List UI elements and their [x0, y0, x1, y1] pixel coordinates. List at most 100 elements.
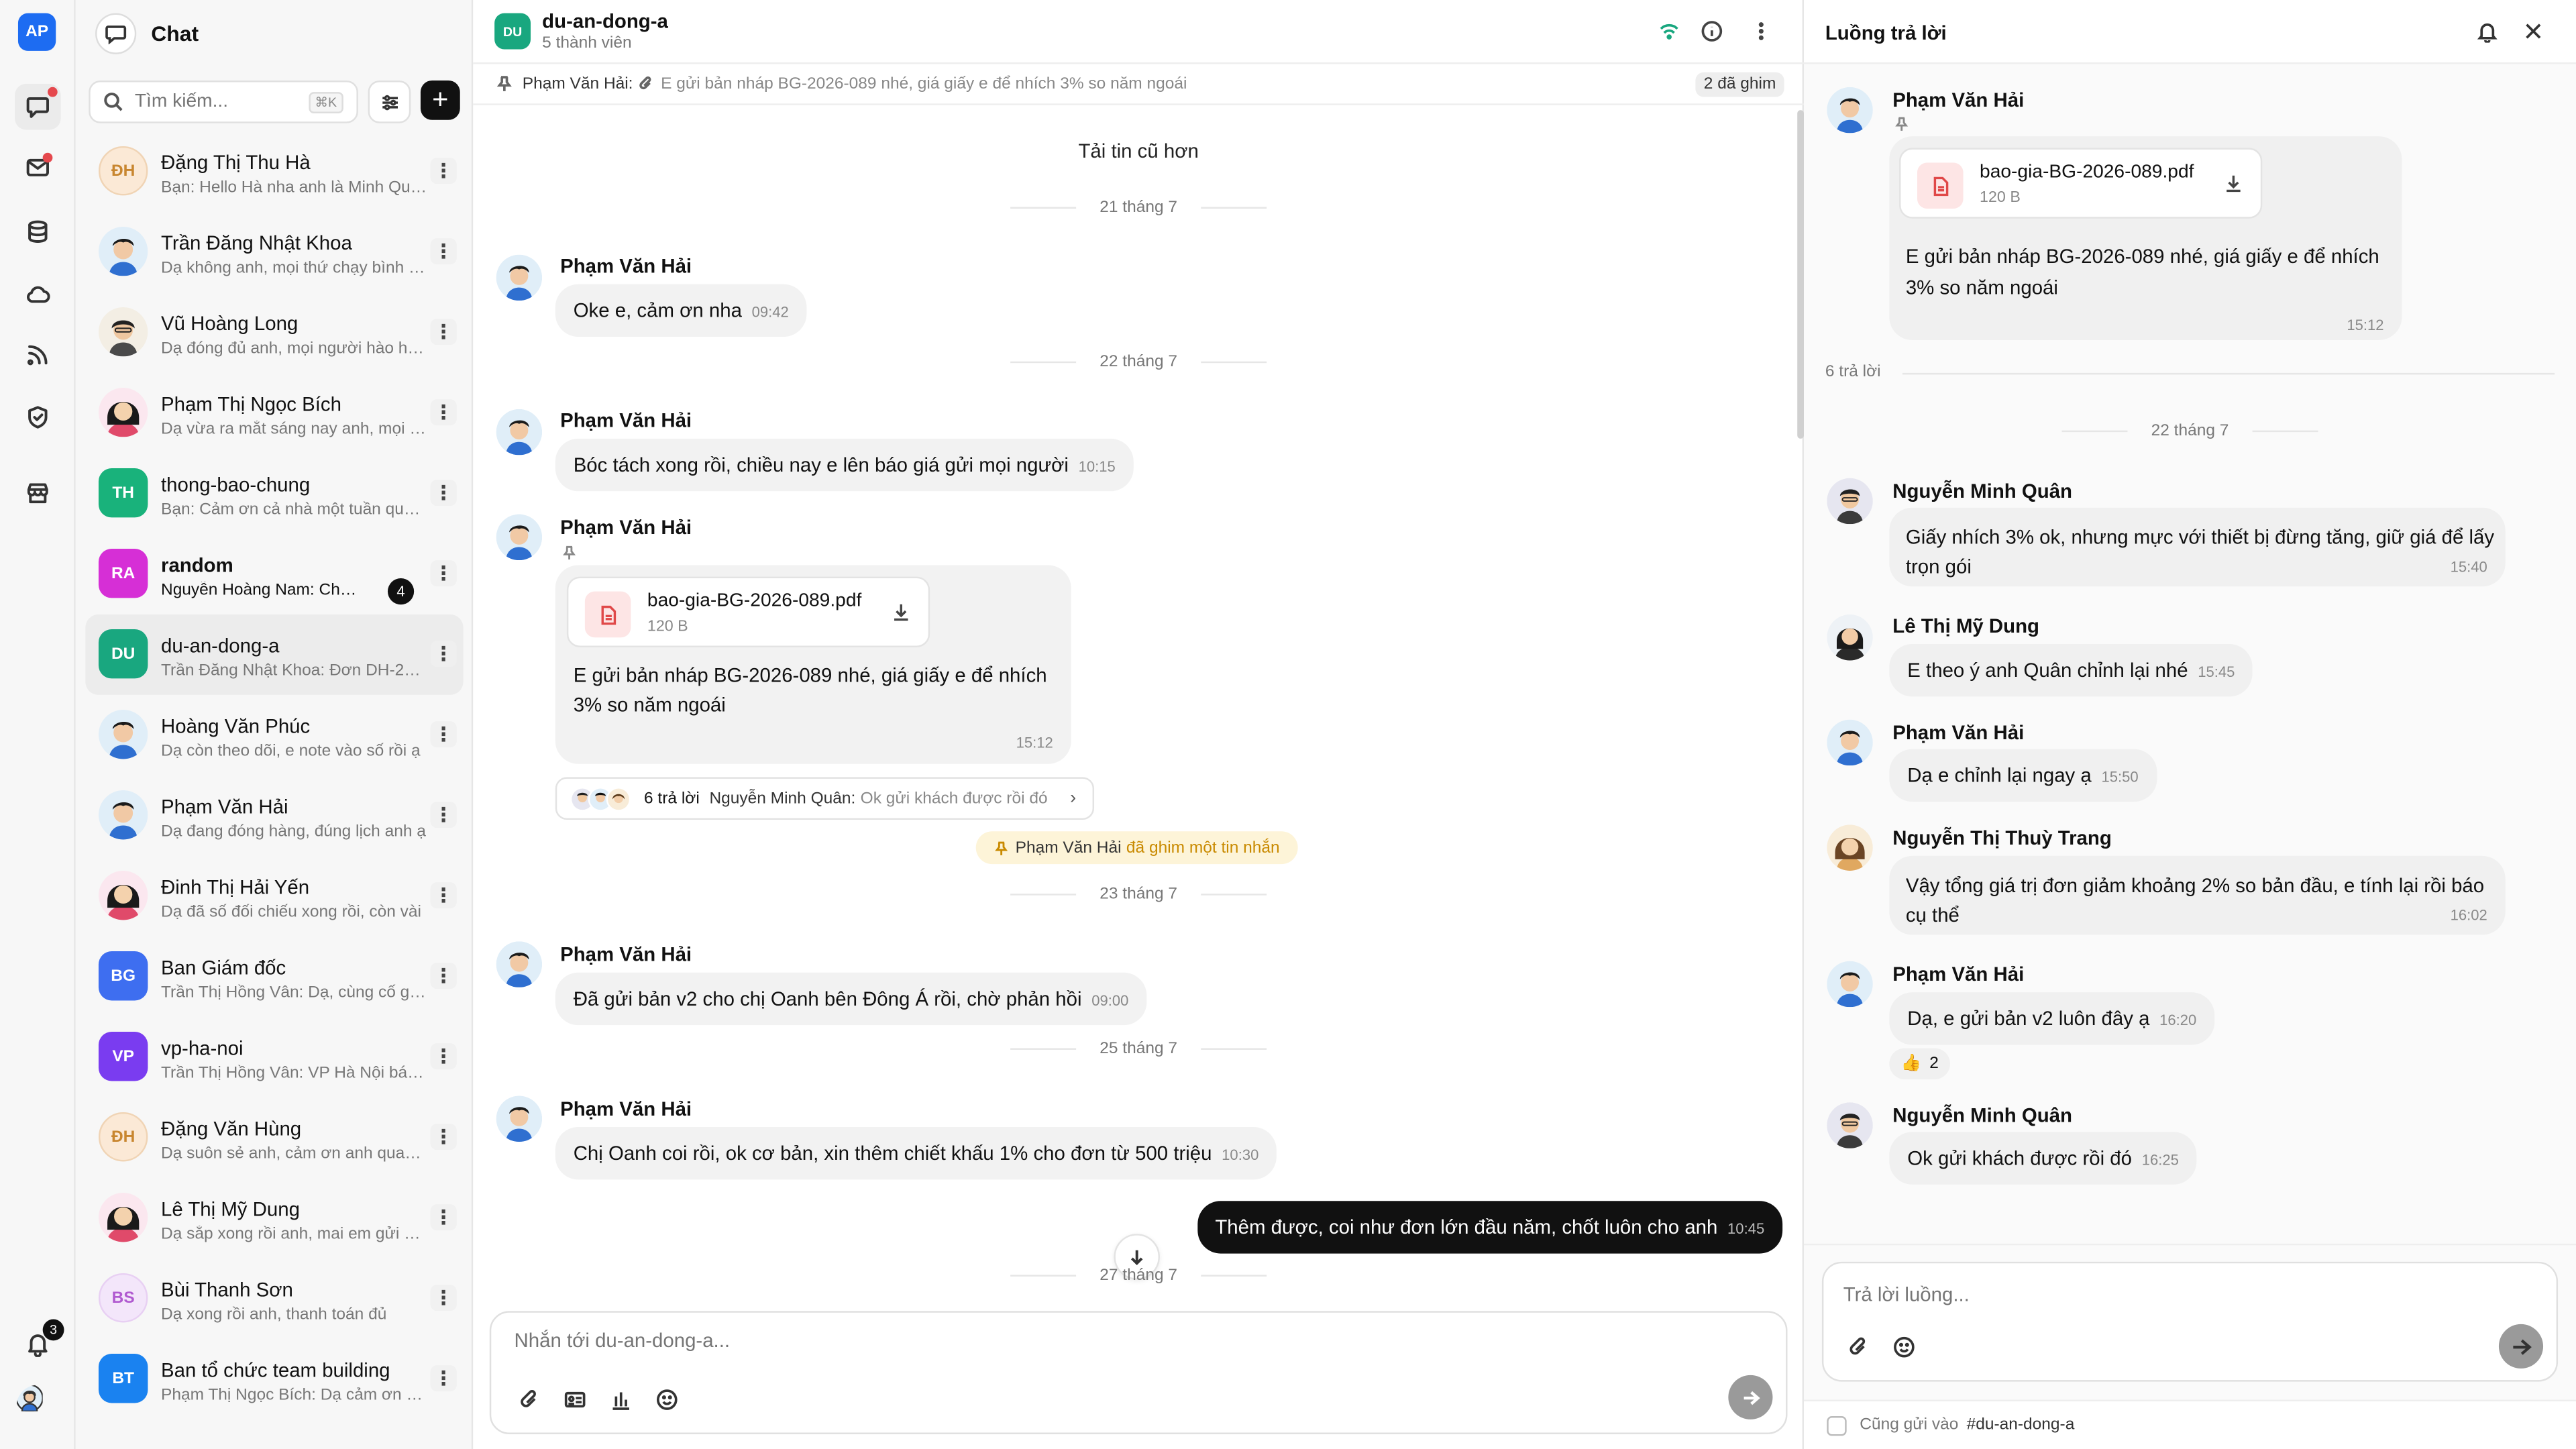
user-avatar[interactable]: [16, 1385, 59, 1428]
conversation-menu-button[interactable]: ⋮: [430, 1204, 457, 1231]
nav-mail[interactable]: [19, 150, 56, 186]
conversation-item[interactable]: TH thong-bao-chung Bạn: Cảm ơn cả nhà một …: [85, 453, 463, 534]
message-author[interactable]: Phạm Văn Hải: [560, 516, 692, 539]
message-bubble[interactable]: Đã gửi bản v2 cho chị Oanh bên Đông Á rồ…: [555, 972, 1147, 1026]
pinned-count[interactable]: 2 đã ghim: [1695, 72, 1784, 97]
reply-author[interactable]: Phạm Văn Hải: [1892, 721, 2024, 744]
pinned-message-bar[interactable]: Phạm Văn Hải: E gửi bản nháp BG-2026-089…: [473, 64, 1805, 105]
reply-author[interactable]: Nguyễn Thị Thuỳ Trang: [1892, 826, 2112, 849]
conversation-menu-button[interactable]: ⋮: [430, 963, 457, 989]
reply-author[interactable]: Nguyễn Minh Quân: [1892, 1104, 2072, 1127]
search-input[interactable]: [134, 92, 299, 112]
conversation-item[interactable]: Phạm Văn Hải Dạ đang đóng hàng, đúng lịch…: [85, 775, 463, 856]
conversation-item[interactable]: Hoàng Văn Phúc Dạ còn theo dõi, e note và…: [85, 695, 463, 775]
conversation-menu-button[interactable]: ⋮: [430, 802, 457, 828]
message-author[interactable]: Phạm Văn Hải: [560, 943, 692, 966]
reply-author[interactable]: Phạm Văn Hải: [1892, 963, 2024, 985]
conversation-item[interactable]: ĐH Đặng Thị Thu Hà Bạn: Hello Hà nha anh l…: [85, 131, 463, 212]
message-author[interactable]: Phạm Văn Hải: [560, 1097, 692, 1120]
reply-bubble[interactable]: Dạ e chỉnh lại ngay ạ 15:50: [1889, 749, 2157, 802]
conversation-menu-button[interactable]: ⋮: [430, 480, 457, 506]
reply-bubble[interactable]: E theo ý anh Quân chỉnh lại nhé 15:45: [1889, 644, 2253, 697]
reply-bubble[interactable]: Giấy nhích 3% ok, nhưng mực với thiết bị…: [1889, 507, 2506, 587]
contact-card-button[interactable]: [560, 1385, 590, 1415]
reply-bubble[interactable]: Vậy tổng giá trị đơn giảm khoảng 2% so b…: [1889, 855, 2506, 935]
send-button[interactable]: [1728, 1375, 1773, 1419]
bar-chart-icon: [612, 1392, 629, 1410]
download-button[interactable]: [2222, 172, 2244, 202]
conversation-menu-button[interactable]: ⋮: [430, 641, 457, 667]
conversation-item[interactable]: ĐH Đặng Văn Hùng Dạ suôn sẻ anh, cảm ơn an…: [85, 1097, 463, 1178]
reply-author[interactable]: Lê Thị Mỹ Dung: [1892, 614, 2039, 637]
nav-chat[interactable]: [15, 83, 61, 130]
conversation-item[interactable]: Trần Đăng Nhật Khoa Dạ không anh, mọi thứ…: [85, 212, 463, 292]
conversation-item[interactable]: Đinh Thị Hải Yến Dạ đã số đối chiếu xong …: [85, 856, 463, 936]
channel-name[interactable]: du-an-dong-a: [542, 10, 668, 33]
thread-notify-button[interactable]: [2476, 19, 2499, 51]
file-attachment[interactable]: bao-gia-BG-2026-089.pdf 120 B: [566, 576, 930, 647]
conversation-item[interactable]: DU du-an-dong-a Trần Đăng Nhật Khoa: Đơn D…: [85, 614, 464, 695]
conversation-menu-button[interactable]: ⋮: [430, 399, 457, 426]
conversation-menu-button[interactable]: ⋮: [430, 560, 457, 587]
new-conversation-button[interactable]: +: [420, 80, 460, 120]
message-author[interactable]: Phạm Văn Hải: [560, 409, 692, 432]
message-author[interactable]: Phạm Văn Hải: [560, 255, 692, 278]
thread-summary[interactable]: 6 trả lời Nguyễn Minh Quân: Ok gửi khách…: [555, 777, 1095, 820]
emoji-button[interactable]: [1889, 1332, 1919, 1362]
conversation-item[interactable]: Vũ Hoàng Long Dạ đóng đủ anh, mọi người h…: [85, 292, 463, 373]
nav-cloud[interactable]: [19, 276, 56, 312]
conversation-menu-button[interactable]: ⋮: [430, 1124, 457, 1150]
conversation-item[interactable]: BG Ban Giám đốc Trần Thị Hồng Vân: Dạ, cùn…: [85, 936, 463, 1017]
attach-button[interactable]: [1843, 1332, 1873, 1362]
search-box[interactable]: ⌘K: [89, 80, 358, 123]
download-button[interactable]: [890, 601, 912, 631]
attach-button[interactable]: [515, 1385, 544, 1415]
conversation-item[interactable]: Lê Thị Mỹ Dung Dạ sắp xong rồi anh, mai e…: [85, 1178, 463, 1258]
conversation-item[interactable]: BS Bùi Thanh Sơn Dạ xong rồi anh, thanh to…: [85, 1258, 463, 1339]
conversation-name: Trần Đăng Nhật Khoa: [161, 231, 352, 255]
conversation-menu-button[interactable]: ⋮: [430, 158, 457, 184]
channel-menu-button[interactable]: [1750, 19, 1774, 44]
own-message-bubble[interactable]: Thêm được, coi như đơn lớn đầu năm, chốt…: [1197, 1201, 1783, 1254]
conversation-menu-button[interactable]: ⋮: [430, 238, 457, 265]
emoji-button[interactable]: [652, 1385, 682, 1415]
poll-button[interactable]: [606, 1385, 636, 1415]
channel-info-button[interactable]: [1701, 19, 1725, 44]
reply-author[interactable]: Nguyễn Minh Quân: [1892, 480, 2072, 502]
conversation-menu-button[interactable]: ⋮: [430, 319, 457, 345]
conversation-menu-button[interactable]: ⋮: [430, 1365, 457, 1392]
conversation-menu-button[interactable]: ⋮: [430, 1285, 457, 1311]
conversation-menu-button[interactable]: ⋮: [430, 721, 457, 748]
root-author[interactable]: Phạm Văn Hải: [1892, 89, 2024, 111]
send-reply-button[interactable]: [2498, 1324, 2544, 1369]
reply-bubble[interactable]: Dạ, e gửi bản v2 luôn đây ạ 16:20: [1889, 992, 2215, 1045]
nav-store[interactable]: [19, 475, 56, 511]
workspace-logo[interactable]: AP: [17, 13, 56, 51]
message-bubble[interactable]: bao-gia-BG-2026-089.pdf 120 B E gửi bản …: [555, 565, 1071, 764]
conversation-item[interactable]: VP vp-ha-noi Trần Thị Hồng Vân: VP Hà Nội …: [85, 1017, 463, 1097]
nav-feed[interactable]: [19, 337, 56, 373]
load-older-button[interactable]: Tải tin cũ hơn: [473, 140, 1804, 162]
conversation-item[interactable]: Phạm Thị Ngọc Bích Dạ vừa ra mắt sáng nay…: [85, 373, 463, 453]
message-bubble[interactable]: Bóc tách xong rồi, chiều nay e lên báo g…: [555, 438, 1134, 492]
nav-database[interactable]: [19, 213, 56, 250]
thread-reply-input[interactable]: [1843, 1283, 2468, 1306]
close-thread-button[interactable]: [2522, 19, 2544, 51]
conversation-item[interactable]: BT Ban tổ chức team building Phạm Thị Ngọc…: [85, 1339, 463, 1419]
file-attachment[interactable]: bao-gia-BG-2026-089.pdf 120 B: [1899, 148, 2263, 219]
avatar: [98, 1192, 148, 1242]
filter-button[interactable]: [368, 80, 411, 123]
member-count[interactable]: 5 thành viên: [542, 34, 631, 52]
message-input[interactable]: [514, 1329, 1500, 1352]
nav-security[interactable]: [19, 399, 56, 435]
notifications-button[interactable]: 3: [19, 1319, 64, 1362]
message-bubble[interactable]: Oke e, cảm ơn nha 09:42: [555, 284, 807, 337]
conversation-menu-button[interactable]: ⋮: [430, 882, 457, 909]
message-bubble[interactable]: Chị Oanh coi rồi, ok cơ bản, xin thêm ch…: [555, 1127, 1277, 1180]
conversation-item[interactable]: RA random Nguyễn Hoàng Nam: Chúc mọi người…: [85, 534, 463, 614]
conversation-menu-button[interactable]: ⋮: [430, 1043, 457, 1070]
root-message-bubble[interactable]: bao-gia-BG-2026-089.pdf 120 B E gửi bản …: [1889, 136, 2402, 340]
also-send-checkbox[interactable]: [1827, 1415, 1847, 1436]
reaction-chip[interactable]: 👍 2: [1889, 1048, 1951, 1079]
reply-bubble[interactable]: Ok gửi khách được rồi đó 16:25: [1889, 1132, 2197, 1185]
